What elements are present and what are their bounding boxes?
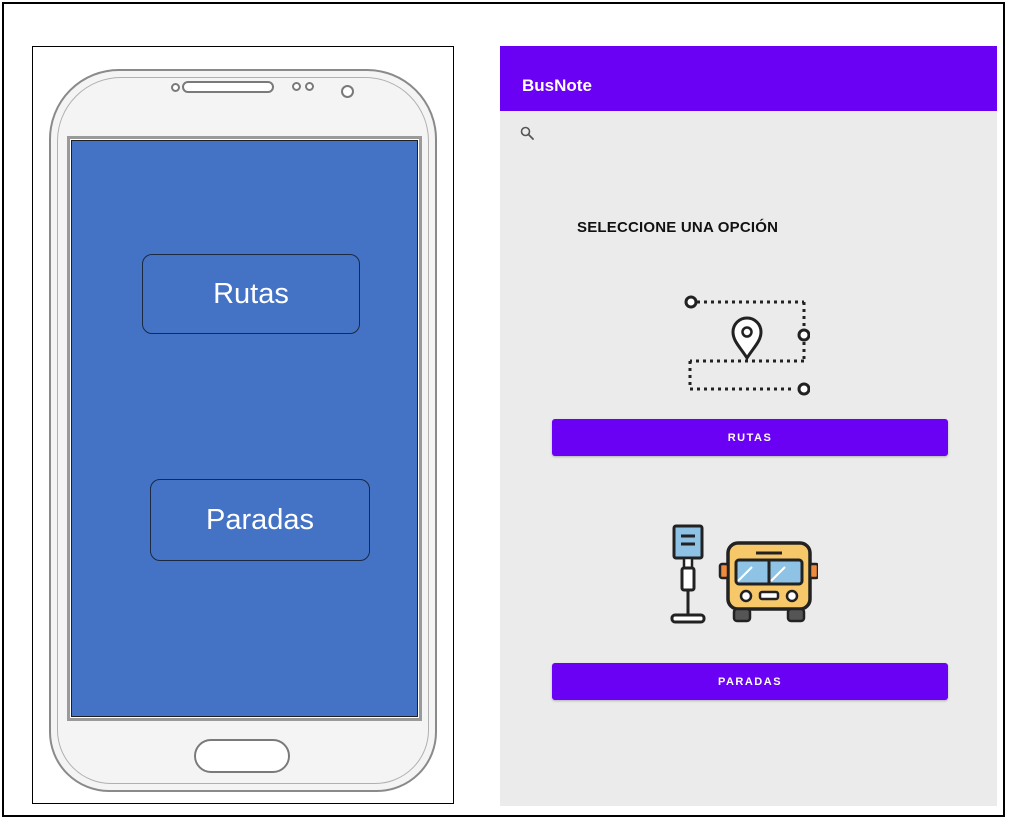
route-map-pin-icon [684,295,810,396]
phone-screen: Rutas Paradas [71,140,418,717]
camera-icon [341,85,354,98]
app-screen: BusNote SELECCIONE UNA OPCIÓN RUTAS PARA… [500,46,997,806]
wireframe-panel: Rutas Paradas [32,46,454,804]
app-bar: BusNote [500,46,997,111]
page-heading: SELECCIONE UNA OPCIÓN [577,219,779,236]
search-icon[interactable] [520,126,534,140]
rutas-button[interactable]: RUTAS [552,419,948,456]
paradas-button[interactable]: PARADAS [552,663,948,700]
paradas-wire-button[interactable]: Paradas [150,479,370,561]
home-button[interactable] [194,739,290,773]
phone-mockup: Rutas Paradas [49,69,437,792]
bus-stop-icon [670,524,818,624]
rutas-wire-button[interactable]: Rutas [142,254,360,334]
sensor-icon [305,82,314,91]
app-title: BusNote [522,76,592,95]
speaker-icon [182,81,274,93]
sensor-icon [292,82,301,91]
sensor-icon [171,83,180,92]
